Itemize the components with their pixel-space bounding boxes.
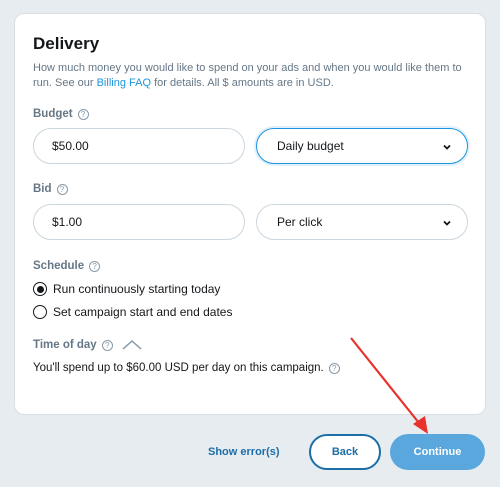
annotation-arrow-icon: [350, 337, 428, 434]
